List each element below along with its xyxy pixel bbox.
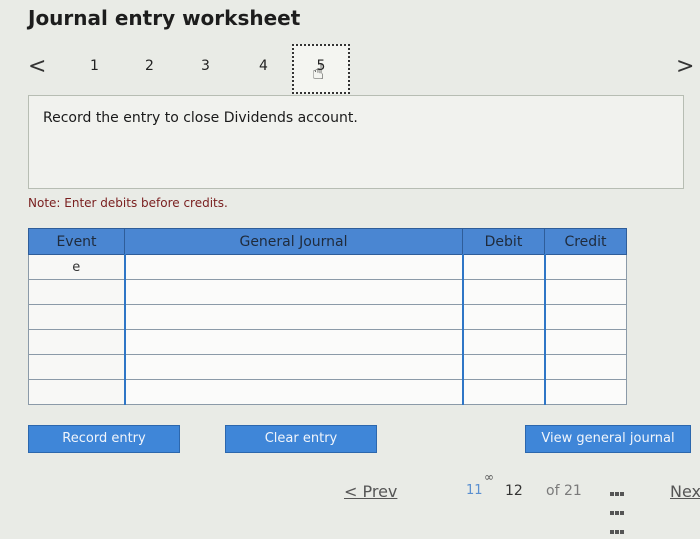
next-step-arrow-icon[interactable]: > — [676, 54, 694, 79]
table-row — [28, 304, 627, 330]
view-general-journal-button[interactable]: View general journal — [525, 425, 691, 453]
prev-page-link[interactable]: < Prev — [344, 482, 397, 501]
table-row — [28, 354, 627, 380]
debit-input[interactable] — [461, 354, 545, 380]
table-row — [28, 279, 627, 305]
event-cell — [28, 279, 125, 305]
credit-input[interactable] — [543, 254, 627, 280]
header-event: Event — [28, 228, 125, 255]
event-cell — [28, 304, 125, 330]
pagination: < Prev ∞ 11 12 of 21 Nex — [0, 470, 700, 534]
credit-input[interactable] — [543, 379, 627, 405]
step-2[interactable]: 2 — [145, 58, 154, 74]
note-text: Note: Enter debits before credits. — [28, 196, 228, 210]
step-5-active[interactable]: 5 ☝ — [292, 44, 350, 94]
debit-input[interactable] — [461, 304, 545, 330]
general-journal-input[interactable] — [123, 379, 463, 405]
table-header-row: Event General Journal Debit Credit — [28, 228, 627, 255]
page-11[interactable]: 11 — [466, 483, 483, 498]
header-general-journal: General Journal — [124, 228, 463, 255]
debit-input[interactable] — [461, 254, 545, 280]
clear-entry-button[interactable]: Clear entry — [225, 425, 377, 453]
general-journal-input[interactable] — [123, 254, 463, 280]
page-title: Journal entry worksheet — [28, 6, 301, 30]
link-icon: ∞ — [484, 470, 494, 484]
step-4[interactable]: 4 — [259, 58, 268, 74]
event-cell — [28, 329, 125, 355]
step-3[interactable]: 3 — [201, 58, 210, 74]
credit-input[interactable] — [543, 304, 627, 330]
event-cell — [28, 354, 125, 380]
debit-input[interactable] — [461, 379, 545, 405]
journal-table: Event General Journal Debit Credit e — [28, 228, 627, 405]
table-row: e — [28, 254, 627, 280]
instruction-text: Record the entry to close Dividends acco… — [43, 110, 358, 126]
event-cell — [28, 379, 125, 405]
debit-input[interactable] — [461, 329, 545, 355]
debit-input[interactable] — [461, 279, 545, 305]
step-navigation: < 1 2 3 4 5 ☝ > — [0, 40, 700, 94]
hand-pointer-icon: ☝ — [312, 60, 325, 84]
event-cell: e — [28, 254, 125, 280]
credit-input[interactable] — [543, 329, 627, 355]
header-credit: Credit — [544, 228, 627, 255]
general-journal-input[interactable] — [123, 329, 463, 355]
general-journal-input[interactable] — [123, 354, 463, 380]
general-journal-input[interactable] — [123, 304, 463, 330]
table-row — [28, 379, 627, 405]
step-1[interactable]: 1 — [90, 58, 99, 74]
record-entry-button[interactable]: Record entry — [28, 425, 180, 453]
credit-input[interactable] — [543, 279, 627, 305]
general-journal-input[interactable] — [123, 279, 463, 305]
grid-icon[interactable] — [610, 482, 628, 534]
page-total: of 21 — [546, 483, 582, 499]
header-debit: Debit — [462, 228, 545, 255]
next-page-link[interactable]: Nex — [670, 482, 700, 501]
instruction-box: Record the entry to close Dividends acco… — [28, 95, 684, 189]
credit-input[interactable] — [543, 354, 627, 380]
table-row — [28, 329, 627, 355]
previous-step-arrow-icon[interactable]: < — [28, 54, 46, 79]
page-12-current[interactable]: 12 — [505, 483, 523, 499]
